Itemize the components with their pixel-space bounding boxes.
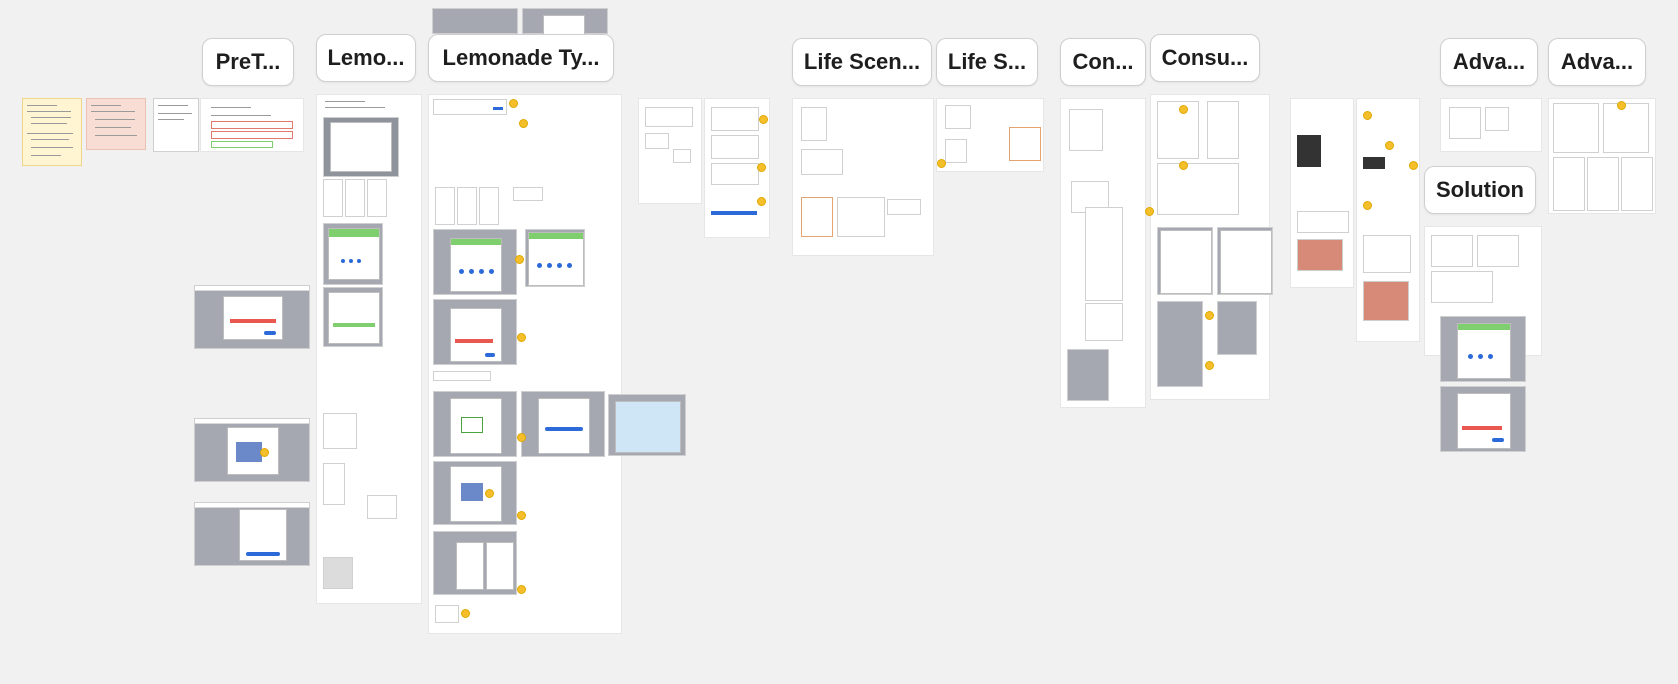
- section-label-life-scenarios[interactable]: Life Scen...: [792, 38, 932, 86]
- screen-frame[interactable]: [1440, 316, 1526, 382]
- screen-frame[interactable]: [608, 394, 686, 456]
- section-label-advanced-1[interactable]: Adva...: [1440, 38, 1538, 86]
- comment-pin[interactable]: [1385, 141, 1394, 150]
- section-board-mobile-2: [1356, 98, 1420, 342]
- comment-pin[interactable]: [757, 163, 766, 172]
- note-card[interactable]: [153, 98, 199, 152]
- section-label-pretest[interactable]: PreT...: [202, 38, 294, 86]
- comment-pin[interactable]: [461, 609, 470, 618]
- sticky-note[interactable]: [86, 98, 146, 150]
- section-board-con: [1060, 98, 1146, 408]
- comment-pin[interactable]: [1179, 105, 1188, 114]
- section-label-advanced-2[interactable]: Adva...: [1548, 38, 1646, 86]
- comment-pin[interactable]: [1363, 201, 1372, 210]
- section-board-life-scenarios: [792, 98, 934, 256]
- comment-pin[interactable]: [517, 433, 526, 442]
- comment-pin[interactable]: [759, 115, 768, 124]
- comment-pin[interactable]: [517, 333, 526, 342]
- comment-pin[interactable]: [517, 585, 526, 594]
- comment-pin[interactable]: [937, 159, 946, 168]
- section-board-advanced-1: [1440, 98, 1542, 152]
- section-label-lemonade[interactable]: Lemo...: [316, 34, 416, 82]
- comment-pin[interactable]: [519, 119, 528, 128]
- comment-pin[interactable]: [757, 197, 766, 206]
- section-label-lemonade-types[interactable]: Lemonade Ty...: [428, 34, 614, 82]
- section-label-con[interactable]: Con...: [1060, 38, 1146, 86]
- comment-pin[interactable]: [517, 511, 526, 520]
- section-label-consultation[interactable]: Consu...: [1150, 34, 1260, 82]
- comment-pin[interactable]: [1205, 311, 1214, 320]
- section-label-solution[interactable]: Solution: [1424, 166, 1536, 214]
- section-board-lemonade-types: [428, 94, 622, 634]
- comment-pin[interactable]: [1409, 161, 1418, 170]
- figma-canvas[interactable]: PreT... Lemo... Lemonade Ty... Life Scen…: [0, 0, 1678, 684]
- comment-pin[interactable]: [515, 255, 524, 264]
- comment-pin[interactable]: [1179, 161, 1188, 170]
- screen-frame[interactable]: [194, 502, 310, 566]
- screen-frame[interactable]: [194, 418, 310, 482]
- section-board-life-s: [936, 98, 1044, 172]
- screen-frame[interactable]: [522, 8, 608, 35]
- comment-pin[interactable]: [1145, 207, 1154, 216]
- section-board-lemonade: [316, 94, 422, 604]
- screen-frame[interactable]: [1440, 386, 1526, 452]
- section-board-mobile: [1290, 98, 1354, 288]
- comment-pin[interactable]: [1363, 111, 1372, 120]
- screen-frame[interactable]: [194, 285, 310, 349]
- comment-pin[interactable]: [1617, 101, 1626, 110]
- section-board-flow: [638, 98, 702, 204]
- screen-frame[interactable]: [432, 8, 518, 34]
- comment-pin[interactable]: [509, 99, 518, 108]
- section-board-pretest: [200, 98, 304, 152]
- sticky-note[interactable]: [22, 98, 82, 166]
- section-board-advanced-2: [1548, 98, 1656, 214]
- section-label-life-s[interactable]: Life S...: [936, 38, 1038, 86]
- comment-pin[interactable]: [1205, 361, 1214, 370]
- section-board-consultation: [1150, 94, 1273, 400]
